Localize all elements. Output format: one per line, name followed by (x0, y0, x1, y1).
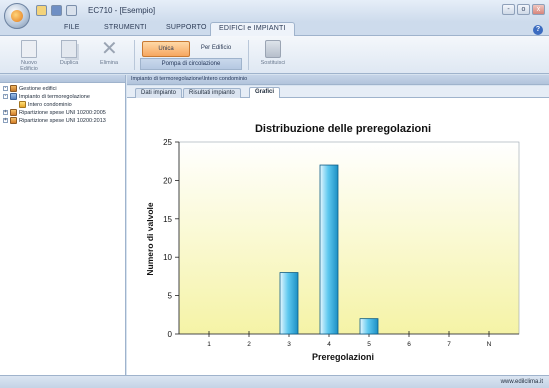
ribbon-separator (248, 40, 249, 70)
tree-panel-header (0, 75, 125, 83)
chart-container: Distribuzione delle preregolazioni 0 5 10 1… (127, 98, 549, 375)
window-title: EC710 - [Esempio] (88, 6, 156, 15)
bar-4 (319, 164, 339, 335)
app-logo-icon (11, 10, 23, 22)
delete-icon: ✕ (101, 38, 118, 60)
tree-item-ripartizione-2005[interactable]: + Ripartizione spese UNI 10200:2005 (3, 109, 106, 116)
cost-split-icon (10, 109, 17, 116)
y-tick-label: 0 (168, 330, 173, 339)
new-document-icon (21, 40, 37, 58)
expand-icon[interactable]: + (3, 118, 8, 123)
per-edificio-button[interactable]: Per Edificio (193, 41, 239, 57)
print-icon[interactable] (66, 5, 77, 16)
tree-item-intero-condominio[interactable]: Intero condominio (19, 101, 72, 108)
collapse-icon[interactable]: - (3, 86, 8, 91)
heating-system-icon (10, 93, 17, 100)
status-bar: www.edilclima.it (0, 375, 549, 388)
minimize-button[interactable]: - (502, 4, 515, 15)
ribbon: Nuovo Edificio Duplica ✕ Elimina Unica P… (0, 36, 549, 74)
condominium-icon (19, 101, 26, 108)
tab-dati-impianto[interactable]: Dati impianto (135, 88, 183, 98)
expand-icon[interactable]: + (3, 110, 8, 115)
x-tick-label: 2 (247, 341, 251, 348)
breadcrumb: Impianto di termoregolazione\Intero cond… (127, 75, 549, 85)
y-tick-label: 10 (163, 253, 172, 262)
website-url: www.edilclima.it (500, 379, 543, 385)
tree-item-impianto-termoregolazione[interactable]: - Impianto di termoregolazione (3, 93, 90, 100)
bar-3 (279, 272, 299, 335)
quick-access-toolbar (36, 5, 77, 16)
plot-area (178, 141, 520, 335)
x-tick-label: 3 (287, 341, 291, 348)
unica-button[interactable]: Unica (142, 41, 190, 57)
bar-chart: Distribuzione delle preregolazioni 0 5 10 1… (145, 123, 520, 362)
y-tick-label: 5 (168, 292, 173, 301)
ribbon-separator (134, 40, 135, 70)
y-tick-label: 20 (163, 176, 172, 185)
tab-risultati-impianto[interactable]: Risultati impianto (183, 88, 241, 98)
elimina-button[interactable]: ✕ Elimina (94, 38, 124, 66)
save-icon[interactable] (51, 5, 62, 16)
new-file-icon[interactable] (36, 5, 47, 16)
tree-item-gestione-edifici[interactable]: - Gestione edifici (3, 85, 57, 92)
collapse-icon[interactable]: - (3, 94, 8, 99)
cost-split-icon (10, 117, 17, 124)
maximize-button[interactable]: o (517, 4, 530, 15)
replace-icon (265, 40, 281, 58)
copy-icon (61, 40, 77, 58)
x-tick-label: 7 (447, 341, 451, 348)
x-tick-label: N (487, 341, 492, 348)
buildings-icon (10, 85, 17, 92)
application-menu-button[interactable] (4, 3, 30, 29)
tab-file[interactable]: FILE (64, 24, 80, 31)
y-axis: 0 5 10 15 20 25 (163, 138, 180, 339)
y-tick-label: 15 (163, 215, 172, 224)
x-tick-label: 5 (367, 341, 371, 348)
navigation-tree-panel: - Gestione edifici - Impianto di termore… (0, 75, 126, 375)
tree-item-ripartizione-2013[interactable]: + Ripartizione spese UNI 10200:2013 (3, 117, 106, 124)
title-bar: EC710 - [Esempio] - o x (0, 0, 549, 22)
y-tick-label: 25 (163, 138, 172, 147)
x-tick-label: 1 (207, 341, 211, 348)
help-icon[interactable]: ? (533, 25, 543, 35)
ribbon-tab-bar: FILE STRUMENTI SUPPORTO EDIFICI e IMPIAN… (0, 22, 549, 37)
sostituisci-button[interactable]: Sostituisci (258, 40, 288, 66)
bar-5 (359, 318, 379, 335)
pompa-circolazione-group-label: Pompa di circolazione (140, 58, 242, 70)
tab-edifici-e-impianti[interactable]: EDIFICI e IMPIANTI (210, 22, 295, 37)
x-axis-label: Preregolazioni (312, 352, 374, 362)
chart-title: Distribuzione delle preregolazioni (255, 123, 431, 135)
tab-supporto[interactable]: SUPPORTO (166, 24, 207, 31)
x-tick-label: 4 (327, 341, 331, 348)
duplica-button[interactable]: Duplica (54, 40, 84, 66)
content-tab-bar: Dati impianto Risultati impianto Grafici (127, 86, 549, 99)
y-axis-label: Numero di valvole (145, 202, 155, 275)
close-button[interactable]: x (532, 4, 545, 15)
window-controls: - o x (502, 4, 545, 15)
nuovo-edificio-button[interactable]: Nuovo Edificio (14, 40, 44, 72)
x-tick-label: 6 (407, 341, 411, 348)
tab-strumenti[interactable]: STRUMENTI (104, 24, 147, 31)
